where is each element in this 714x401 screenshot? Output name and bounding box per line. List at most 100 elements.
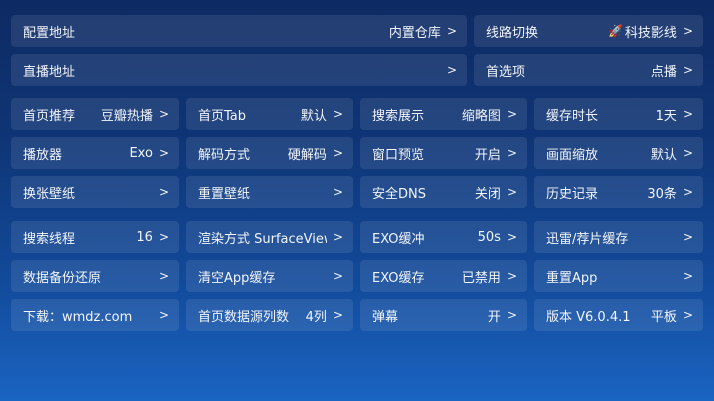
item-value: 默认 bbox=[650, 147, 677, 163]
item-label: 首页Tab bbox=[198, 108, 247, 124]
item-label: EXO缓存 bbox=[372, 270, 425, 286]
settings-item-home-columns[interactable]: 首页数据源列数 4列 > bbox=[186, 299, 353, 331]
item-value: 平板 bbox=[650, 309, 677, 325]
item-label: 下载：wmdz.com bbox=[23, 309, 133, 325]
chevron-right-icon: > bbox=[682, 107, 693, 121]
settings-item-cache-duration[interactable]: 缓存时长 1天 > bbox=[534, 98, 703, 130]
chevron-right-icon: > bbox=[506, 107, 517, 121]
item-label: 重置壁纸 bbox=[198, 186, 251, 202]
chevron-right-icon: > bbox=[682, 269, 693, 283]
chevron-right-icon: > bbox=[158, 146, 169, 160]
settings-item-search-threads[interactable]: 搜索线程 16 > bbox=[11, 221, 179, 253]
config-address-label: 配置地址 bbox=[23, 25, 76, 41]
item-label: 历史记录 bbox=[546, 186, 599, 202]
settings-item-data-backup[interactable]: 数据备份还原 > bbox=[11, 260, 179, 292]
preference-label: 首选项 bbox=[486, 64, 526, 80]
item-label: 搜索线程 bbox=[23, 231, 76, 247]
item-label: 安全DNS bbox=[372, 186, 426, 202]
item-value: 豆瓣热播 bbox=[100, 108, 153, 124]
live-address-label: 直播地址 bbox=[23, 64, 76, 80]
preference-value: 点播 bbox=[650, 64, 677, 80]
item-value: 16 bbox=[136, 229, 153, 245]
chevron-right-icon: > bbox=[158, 269, 169, 283]
chevron-right-icon: > bbox=[332, 146, 343, 160]
config-address-row[interactable]: 配置地址 内置仓库 > bbox=[11, 15, 467, 47]
chevron-right-icon: > bbox=[158, 107, 169, 121]
chevron-right-icon: > bbox=[158, 308, 169, 322]
source-switch-row[interactable]: 线路切换 🚀 科技影线 > bbox=[474, 15, 703, 47]
chevron-right-icon: > bbox=[332, 230, 343, 244]
settings-item-download[interactable]: 下载：wmdz.com > bbox=[11, 299, 179, 331]
item-label: 画面缩放 bbox=[546, 147, 599, 163]
settings-item-render-mode[interactable]: 渲染方式 SurfaceView > bbox=[186, 221, 353, 253]
settings-item-clear-app-cache[interactable]: 清空App缓存 > bbox=[186, 260, 353, 292]
item-label: 重置App bbox=[546, 270, 598, 286]
chevron-right-icon: > bbox=[682, 308, 693, 322]
chevron-right-icon: > bbox=[158, 230, 169, 244]
item-label: 解码方式 bbox=[198, 147, 251, 163]
item-value: 已禁用 bbox=[461, 270, 501, 286]
chevron-right-icon: > bbox=[682, 230, 693, 244]
settings-item-reset-app[interactable]: 重置App > bbox=[534, 260, 703, 292]
settings-item-window-preview[interactable]: 窗口预览 开启 > bbox=[360, 137, 527, 169]
item-label: 首页数据源列数 bbox=[198, 309, 290, 325]
settings-item-thunder-cache[interactable]: 迅雷/荐片缓存 > bbox=[534, 221, 703, 253]
item-value: Exo bbox=[129, 145, 153, 161]
item-label: 播放器 bbox=[23, 147, 63, 163]
settings-item-reset-wallpaper[interactable]: 重置壁纸 > bbox=[186, 176, 353, 208]
chevron-right-icon: > bbox=[682, 24, 693, 38]
item-label: 渲染方式 SurfaceView bbox=[198, 231, 327, 247]
item-label: 换张壁纸 bbox=[23, 186, 76, 202]
settings-item-homepage-tab[interactable]: 首页Tab 默认 > bbox=[186, 98, 353, 130]
item-value: 1天 bbox=[655, 108, 677, 124]
item-value: 4列 bbox=[305, 309, 327, 325]
item-label: 首页推荐 bbox=[23, 108, 76, 124]
chevron-right-icon: > bbox=[682, 63, 693, 77]
item-value: 硬解码 bbox=[287, 147, 327, 163]
chevron-right-icon: > bbox=[506, 230, 517, 244]
settings-item-secure-dns[interactable]: 安全DNS 关闭 > bbox=[360, 176, 527, 208]
item-value: 开 bbox=[487, 309, 501, 325]
settings-item-version[interactable]: 版本 V6.0.4.1 平板 > bbox=[534, 299, 703, 331]
preference-row[interactable]: 首选项 点播 > bbox=[474, 54, 703, 86]
item-label: 缓存时长 bbox=[546, 108, 599, 124]
config-address-value: 内置仓库 bbox=[388, 25, 441, 41]
settings-item-search-display[interactable]: 搜索展示 缩略图 > bbox=[360, 98, 527, 130]
item-value: 默认 bbox=[300, 108, 327, 124]
item-label: EXO缓冲 bbox=[372, 231, 425, 247]
chevron-right-icon: > bbox=[682, 146, 693, 160]
item-value: 30条 bbox=[647, 186, 677, 202]
chevron-right-icon: > bbox=[506, 146, 517, 160]
item-label: 搜索展示 bbox=[372, 108, 425, 124]
settings-item-screen-scale[interactable]: 画面缩放 默认 > bbox=[534, 137, 703, 169]
chevron-right-icon: > bbox=[506, 185, 517, 199]
live-address-row[interactable]: 直播地址 > bbox=[11, 54, 467, 86]
chevron-right-icon: > bbox=[332, 308, 343, 322]
settings-item-exo-buffer[interactable]: EXO缓冲 50s > bbox=[360, 221, 527, 253]
item-label: 窗口预览 bbox=[372, 147, 425, 163]
chevron-right-icon: > bbox=[158, 185, 169, 199]
settings-item-change-wallpaper[interactable]: 换张壁纸 > bbox=[11, 176, 179, 208]
settings-item-exo-cache[interactable]: EXO缓存 已禁用 > bbox=[360, 260, 527, 292]
chevron-right-icon: > bbox=[506, 308, 517, 322]
item-value: 50s bbox=[477, 229, 501, 245]
settings-item-decode-mode[interactable]: 解码方式 硬解码 > bbox=[186, 137, 353, 169]
chevron-right-icon: > bbox=[332, 269, 343, 283]
source-switch-label: 线路切换 bbox=[486, 25, 539, 41]
item-label: 数据备份还原 bbox=[23, 270, 102, 286]
chevron-right-icon: > bbox=[332, 107, 343, 121]
chevron-right-icon: > bbox=[446, 63, 457, 77]
item-label: 清空App缓存 bbox=[198, 270, 276, 286]
item-label: 迅雷/荐片缓存 bbox=[546, 231, 629, 247]
chevron-right-icon: > bbox=[332, 185, 343, 199]
chevron-right-icon: > bbox=[506, 269, 517, 283]
settings-item-homepage-recommend[interactable]: 首页推荐 豆瓣热播 > bbox=[11, 98, 179, 130]
rocket-icon: 🚀 bbox=[607, 24, 623, 38]
item-label: 版本 V6.0.4.1 bbox=[546, 309, 631, 325]
chevron-right-icon: > bbox=[446, 24, 457, 38]
item-value: 关闭 bbox=[474, 186, 501, 202]
item-value: 缩略图 bbox=[461, 108, 501, 124]
settings-item-danmaku[interactable]: 弹幕 开 > bbox=[360, 299, 527, 331]
settings-item-player[interactable]: 播放器 Exo > bbox=[11, 137, 179, 169]
settings-item-history[interactable]: 历史记录 30条 > bbox=[534, 176, 703, 208]
